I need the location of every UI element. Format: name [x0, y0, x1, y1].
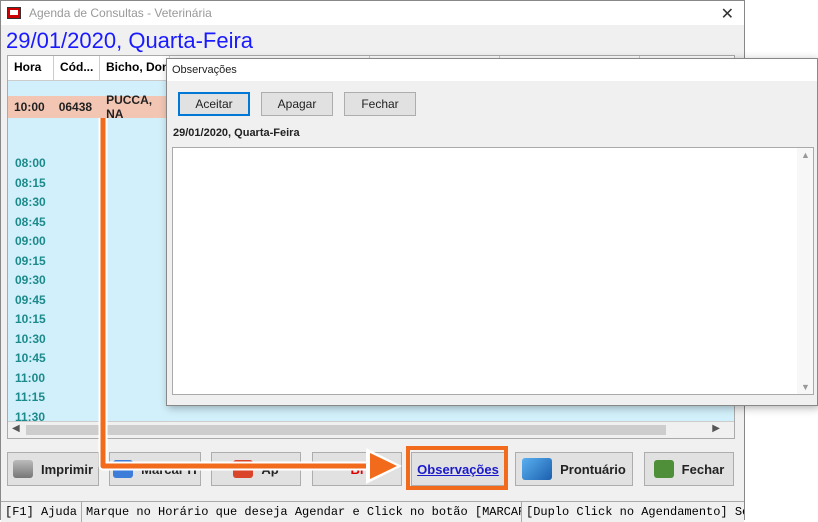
annotation-arrow: [98, 118, 402, 484]
